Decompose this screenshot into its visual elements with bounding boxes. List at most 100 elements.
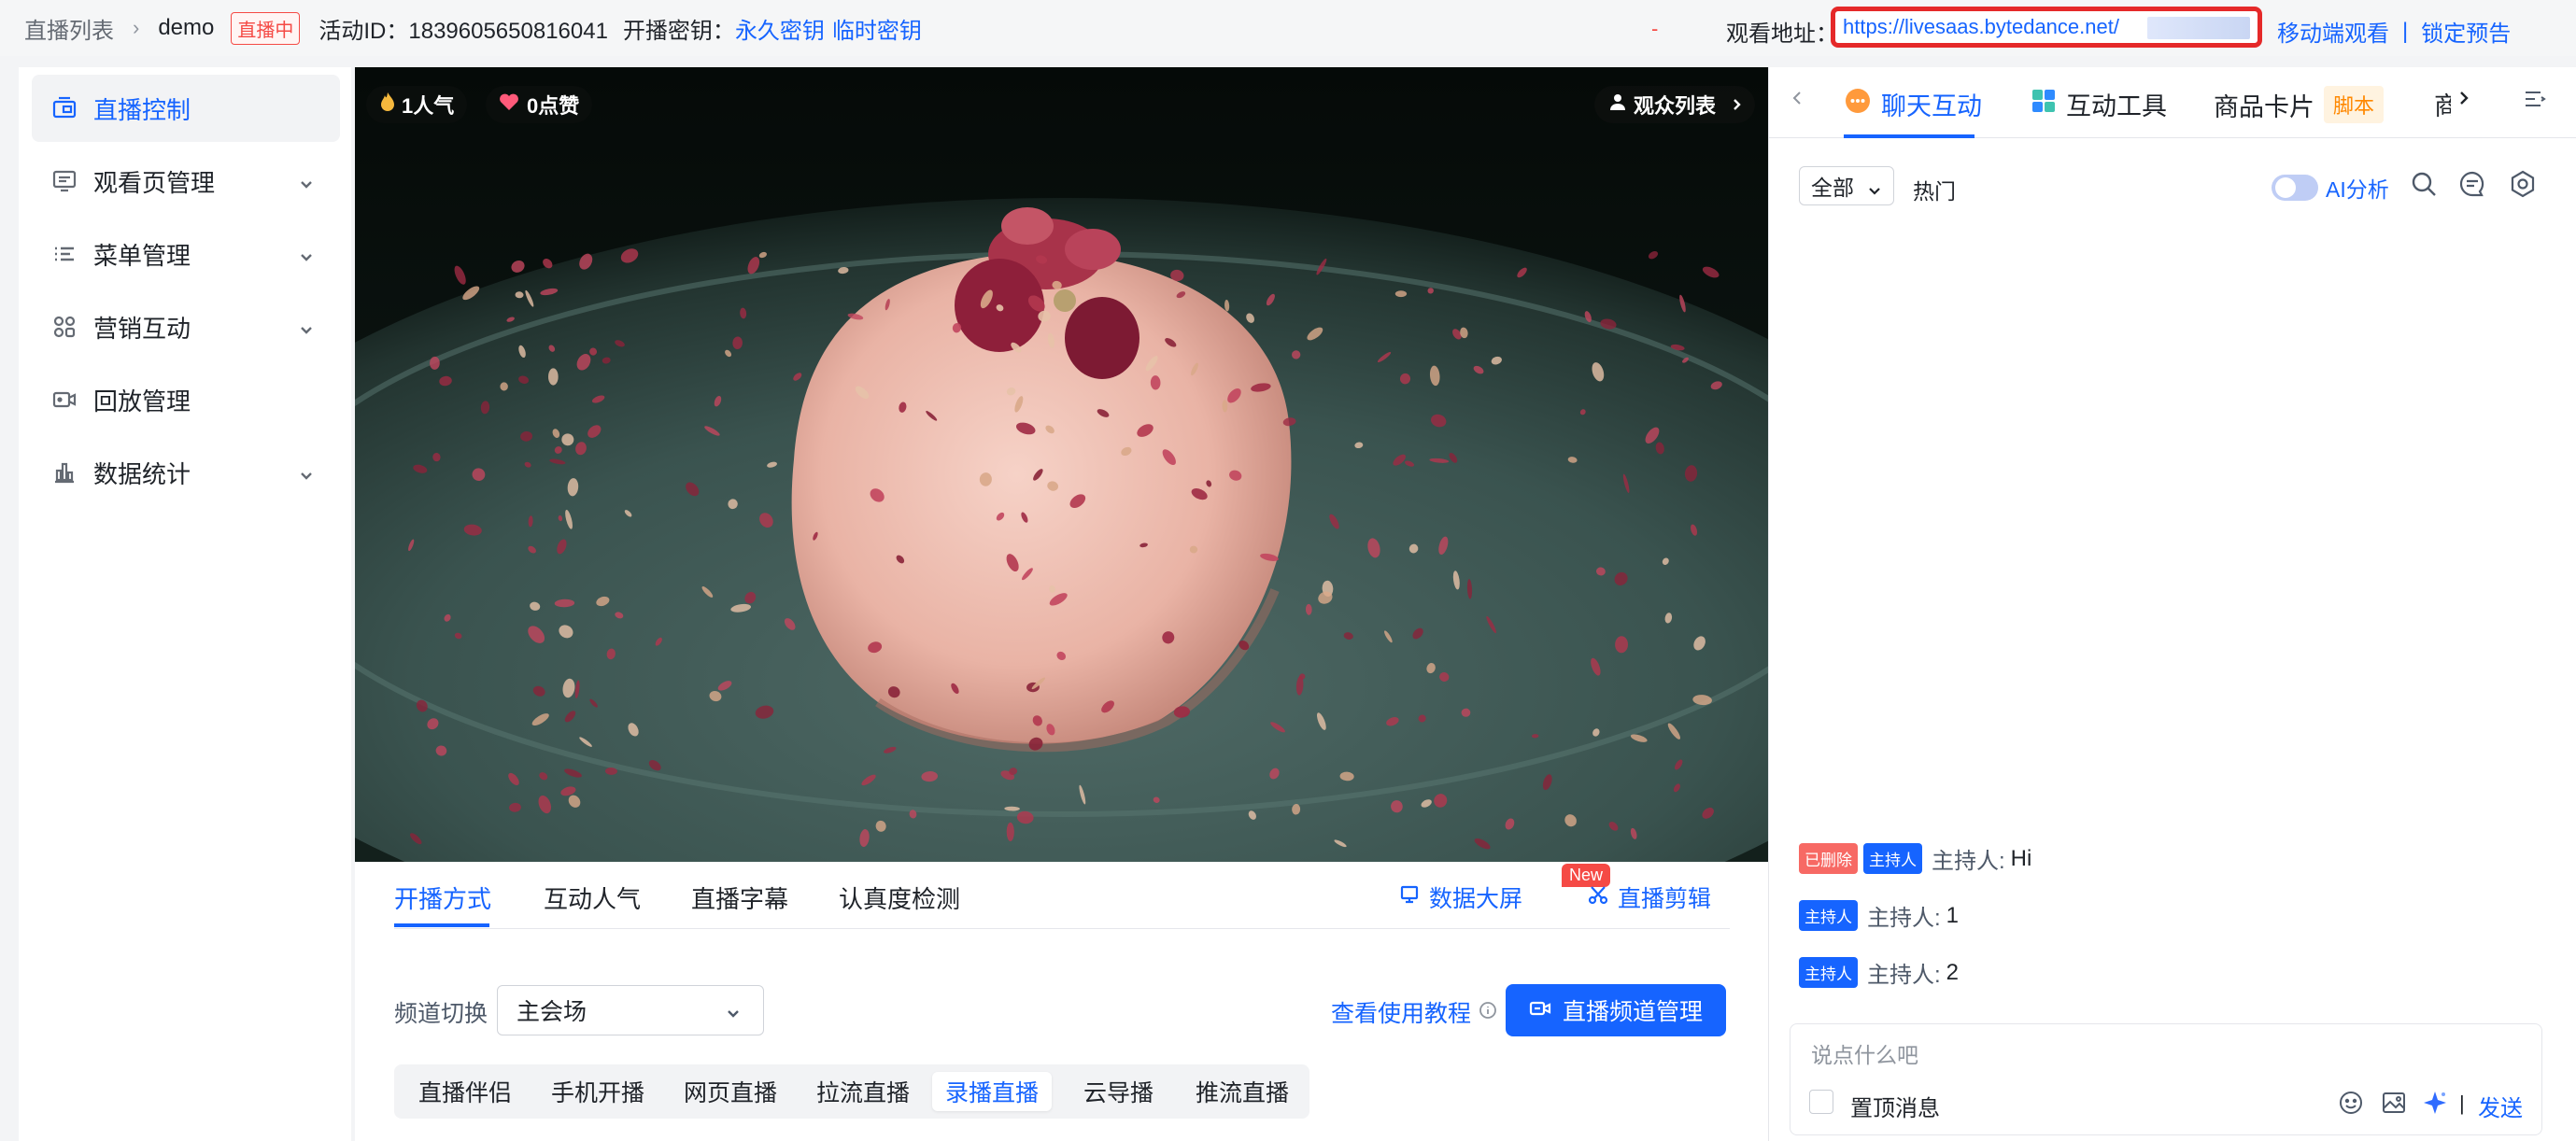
script-badge: 脚本: [2324, 86, 2385, 123]
image-upload-icon[interactable]: [2381, 1090, 2407, 1120]
chat-input-placeholder[interactable]: 说点什么吧: [1811, 1037, 1918, 1069]
tutorial-link[interactable]: 查看使用教程: [1331, 995, 1497, 1029]
chart-icon: [50, 458, 78, 486]
message-icon[interactable]: [2458, 170, 2486, 203]
tab-interaction-tools[interactable]: 互动工具: [2031, 86, 2167, 122]
audience-list-button[interactable]: 观众列表: [1593, 86, 1755, 123]
send-button[interactable]: 发送: [2478, 1090, 2523, 1122]
sidebar-item-replay[interactable]: 回放管理: [32, 366, 340, 433]
mobile-watch-link[interactable]: 移动端观看: [2277, 15, 2389, 48]
grid-tools-icon: [2031, 88, 2057, 120]
video-frame-dessert-image: [355, 67, 1768, 862]
watch-url-text[interactable]: https://livesaas.bytedance.net/: [1843, 15, 2119, 39]
temp-key-link[interactable]: 临时密钥: [832, 12, 922, 45]
message-text: 2: [1946, 959, 1960, 985]
sidebar-item-label: 观看页管理: [93, 168, 216, 197]
live-video-preview[interactable]: 1人气 0点赞 观众列表: [355, 67, 1768, 862]
ai-sparkle-icon[interactable]: [2422, 1090, 2448, 1120]
channel-manage-label: 直播频道管理: [1562, 999, 1703, 1025]
message-sender: 主持人:: [1867, 963, 1941, 988]
breadcrumb-current: demo: [158, 15, 215, 40]
channel-switch-label: 频道切换: [394, 1001, 488, 1027]
mode-mobile[interactable]: 手机开播: [538, 1072, 658, 1111]
fire-icon: [379, 92, 396, 118]
settings-gear-icon[interactable]: [2509, 170, 2537, 203]
mode-web[interactable]: 网页直播: [671, 1072, 790, 1111]
petal: [548, 368, 559, 386]
live-clip-label: 直播剪辑: [1618, 886, 1712, 912]
deleted-tag: 已删除: [1799, 843, 1858, 874]
tab-truncated[interactable]: 商: [2434, 86, 2451, 122]
broadcast-control-icon: [50, 94, 78, 122]
likes-text: 0点赞: [527, 94, 580, 118]
watch-url-label: 观看地址：: [1726, 21, 1838, 47]
chevron-down-icon: [297, 463, 316, 492]
sidebar-item-live-control[interactable]: 直播控制: [32, 75, 340, 142]
live-clip-button[interactable]: 直播剪辑: [1588, 880, 1711, 914]
tab-interaction-popularity[interactable]: 互动人气: [544, 880, 641, 915]
pin-message-label[interactable]: 置顶消息: [1850, 1090, 1940, 1122]
channel-manage-button[interactable]: 直播频道管理: [1506, 984, 1726, 1036]
chat-message: 主持人 主持人: 2: [1799, 956, 1959, 989]
broadcast-controls-panel: 开播方式 互动人气 直播字幕 认真度检测 数据大屏 New 直播剪辑 频道切换 …: [355, 862, 1768, 1141]
live-status-badge: 直播中: [231, 11, 301, 45]
tab-broadcast-mode[interactable]: 开播方式: [394, 880, 491, 915]
search-icon[interactable]: [2410, 170, 2438, 203]
watch-url-field[interactable]: https://livesaas.bytedance.net/: [1831, 7, 2262, 48]
data-screen-button[interactable]: 数据大屏: [1399, 880, 1522, 914]
tab-label: 商品卡片: [2214, 92, 2314, 121]
ai-analysis-label: AI分析: [2326, 177, 2389, 202]
host-role-tag: 主持人: [1799, 957, 1858, 988]
host-role-tag: 主持人: [1799, 900, 1858, 931]
chat-message: 主持人 主持人: 1: [1799, 899, 1959, 932]
tab-list-menu-icon[interactable]: [2524, 90, 2546, 108]
message-sender: 主持人:: [1932, 849, 2005, 874]
message-filter-select[interactable]: 全部: [1799, 166, 1894, 205]
url-redaction-mask: [2147, 17, 2250, 39]
sidebar-item-page-manage[interactable]: 观看页管理: [32, 148, 340, 215]
lock-preview-link[interactable]: 锁定预告: [2421, 15, 2511, 48]
sidebar-item-statistics[interactable]: 数据统计: [32, 439, 340, 506]
hot-filter-tab[interactable]: 热门: [1913, 174, 1956, 205]
chevron-down-icon: [297, 245, 316, 274]
marketing-icon: [50, 313, 78, 341]
tab-product-cards[interactable]: 商品卡片 脚本: [2214, 86, 2385, 123]
breadcrumb-root[interactable]: 直播列表: [24, 12, 114, 45]
chevron-down-icon: [297, 317, 316, 346]
monitor-icon: [1399, 884, 1420, 911]
mode-cloud-director[interactable]: 云导播: [1070, 1072, 1167, 1111]
active-tab-indicator: [394, 923, 489, 927]
channel-select[interactable]: 主会场: [497, 985, 764, 1035]
ai-analysis-toggle[interactable]: AI分析: [2272, 172, 2389, 204]
message-text: Hi: [2010, 845, 2032, 871]
permanent-key-link[interactable]: 永久密钥: [735, 12, 825, 45]
toggle-switch[interactable]: [2272, 175, 2318, 201]
replay-icon: [50, 386, 78, 414]
mode-pull-stream[interactable]: 拉流直播: [803, 1072, 923, 1111]
mode-push-stream[interactable]: 推流直播: [1182, 1072, 1302, 1111]
mode-recorded[interactable]: 录播直播: [932, 1072, 1053, 1111]
sidebar-item-menu-manage[interactable]: 菜单管理: [32, 220, 340, 288]
send-separator: |: [2459, 1092, 2465, 1115]
message-text: 1: [1946, 902, 1960, 928]
mode-live-companion[interactable]: 直播伴侣: [405, 1072, 525, 1111]
tabs-scroll-right-icon[interactable]: [2458, 90, 2470, 106]
pin-message-checkbox[interactable]: [1809, 1090, 1833, 1114]
chat-panel: 聊天互动 互动工具 商品卡片 脚本 商 全部 热门 AI分析 已删除 主持人 主…: [1768, 67, 2576, 1141]
chevron-right-icon: [1733, 92, 1742, 117]
chat-composer[interactable]: 说点什么吧 置顶消息 | 发送: [1790, 1023, 2542, 1135]
activity-id: 活动ID：1839605650816041: [318, 18, 608, 44]
sidebar-item-label: 数据统计: [93, 459, 191, 488]
tab-label: 互动工具: [2066, 92, 2167, 120]
controls-tab-bar: 开播方式 互动人气 直播字幕 认真度检测 数据大屏 New 直播剪辑: [394, 862, 1730, 929]
popularity-counter: 1人气: [366, 86, 468, 123]
chevron-down-icon: [724, 1003, 743, 1030]
likes-counter: 0点赞: [486, 86, 593, 123]
tabs-scroll-left-icon[interactable]: [1791, 90, 1803, 106]
tab-chat-interaction[interactable]: 聊天互动: [1844, 86, 1982, 122]
emoji-icon[interactable]: [2338, 1090, 2364, 1120]
sidebar-item-marketing[interactable]: 营销互动: [32, 293, 340, 360]
tab-live-subtitles[interactable]: 直播字幕: [691, 880, 788, 915]
tab-attention-check[interactable]: 认真度检测: [839, 880, 960, 915]
sidebar-item-label: 直播控制: [93, 95, 191, 124]
